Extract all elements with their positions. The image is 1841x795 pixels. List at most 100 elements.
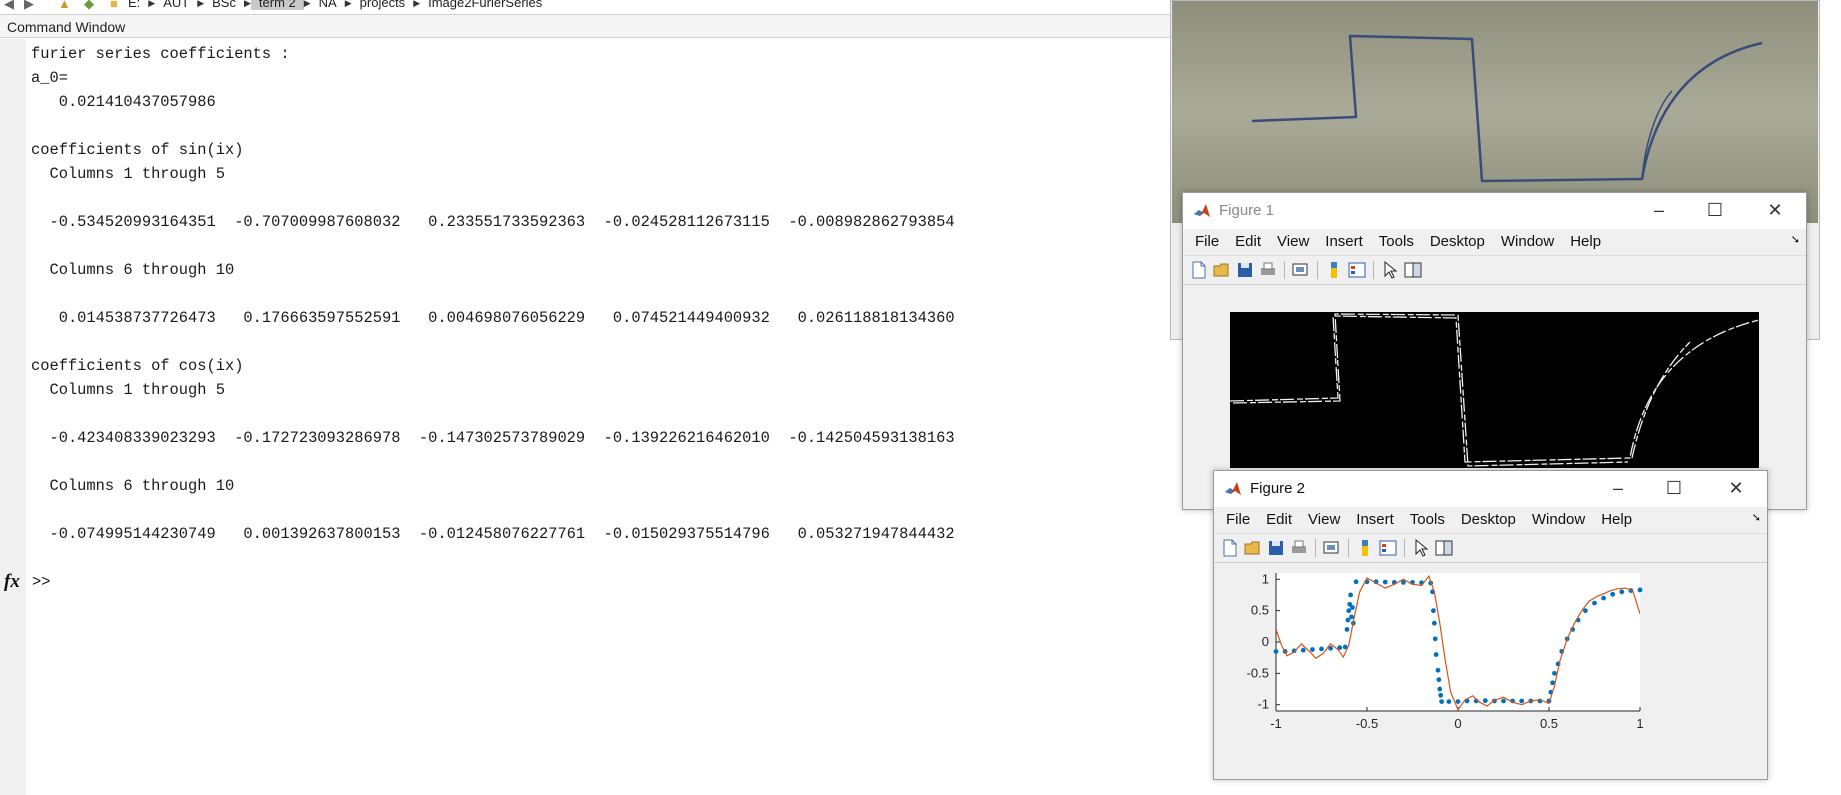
data-point: [1273, 649, 1279, 654]
menu-window[interactable]: Window: [1497, 229, 1562, 255]
colorbar-icon[interactable]: [1355, 538, 1375, 558]
print-icon[interactable]: [1289, 538, 1309, 558]
function-browser-icon[interactable]: fx: [4, 571, 30, 593]
property-inspector-icon[interactable]: [1403, 260, 1423, 280]
breadcrumb-item[interactable]: E:: [120, 0, 148, 10]
menu-file[interactable]: File: [1191, 229, 1227, 255]
maximize-icon[interactable]: ☐: [1704, 199, 1726, 221]
address-bar[interactable]: ◀ ▶ ▲ ◆ ■ E: ▶ AUT ▶ BSc ▶ term 2 ▶ NA ▶ projects ▶…: [0, 0, 1180, 14]
menu-desktop[interactable]: Desktop: [1426, 229, 1493, 255]
property-inspector-icon[interactable]: [1434, 538, 1454, 558]
browse-folder-icon[interactable]: ◆: [84, 0, 94, 12]
menu-bar: File Edit View Insert Tools Desktop Window Help: [1183, 229, 1806, 255]
close-icon[interactable]: ✕: [1764, 199, 1786, 221]
fourier-plot[interactable]: -1 -0.5 0 0.5 1 1 0.5 0 -0.5 -1: [1214, 561, 1767, 779]
menu-edit[interactable]: Edit: [1231, 229, 1269, 255]
figure-2-titlebar[interactable]: Figure 2 – ☐ ✕: [1214, 471, 1767, 507]
figure-2-window[interactable]: Figure 2 – ☐ ✕ File Edit View Insert Tools De…: [1213, 470, 1768, 780]
output-line: Columns 1 through 5: [31, 165, 225, 183]
new-figure-icon[interactable]: [1220, 538, 1240, 558]
minimize-icon[interactable]: –: [1607, 477, 1629, 499]
save-icon[interactable]: [1235, 260, 1255, 280]
breadcrumb-separator-icon[interactable]: ▶: [413, 0, 420, 10]
data-point: [1592, 600, 1597, 606]
legend-icon[interactable]: [1347, 260, 1367, 280]
breadcrumb-separator-icon[interactable]: ▶: [304, 0, 311, 10]
data-point: [1349, 614, 1354, 620]
dock-icon[interactable]: ➘: [1791, 233, 1800, 246]
minimize-icon[interactable]: –: [1648, 199, 1670, 221]
breadcrumb-item[interactable]: NA: [311, 0, 345, 10]
command-window-gutter: [0, 39, 26, 795]
breadcrumb-separator-icon[interactable]: ▶: [148, 0, 155, 10]
edit-plot-icon[interactable]: [1411, 538, 1431, 558]
command-output: furier series coefficients : a_0= 0.0214…: [31, 42, 955, 546]
menu-tools[interactable]: Tools: [1375, 229, 1422, 255]
breadcrumb-item[interactable]: projects: [352, 0, 414, 10]
colorbar-icon[interactable]: [1324, 260, 1344, 280]
prompt-row[interactable]: fx >>: [4, 570, 50, 594]
command-prompt[interactable]: >>: [32, 573, 50, 591]
toolbar-separator: [1315, 539, 1316, 557]
forward-icon[interactable]: ▶: [24, 0, 34, 12]
breadcrumb-item[interactable]: AUT: [155, 0, 197, 10]
command-window[interactable]: furier series coefficients : a_0= 0.0214…: [0, 39, 1180, 795]
menu-edit[interactable]: Edit: [1262, 507, 1300, 533]
back-icon[interactable]: ◀: [4, 0, 14, 12]
breadcrumb-item[interactable]: Image2FurierSeries: [420, 0, 550, 10]
y-tick-label: 0: [1262, 634, 1269, 649]
data-point: [1436, 677, 1442, 683]
new-figure-icon[interactable]: [1189, 260, 1209, 280]
menu-file[interactable]: File: [1222, 507, 1258, 533]
data-point: [1431, 620, 1437, 626]
x-tick-label: -1: [1270, 716, 1282, 731]
edit-plot-icon[interactable]: [1380, 260, 1400, 280]
menu-help[interactable]: Help: [1597, 507, 1640, 533]
close-icon[interactable]: ✕: [1725, 477, 1747, 499]
toolbar-separator: [1404, 539, 1405, 557]
menu-insert[interactable]: Insert: [1321, 229, 1371, 255]
x-tick-label: 0: [1454, 716, 1461, 731]
figure-1-window[interactable]: Figure 1 – ☐ ✕ File Edit View Insert Tools De…: [1182, 192, 1807, 510]
breadcrumb-item[interactable]: term 2: [250, 0, 304, 10]
menu-desktop[interactable]: Desktop: [1457, 507, 1524, 533]
open-file-icon[interactable]: [1212, 260, 1232, 280]
menu-view[interactable]: View: [1273, 229, 1317, 255]
data-point: [1382, 579, 1388, 585]
toolbar-separator: [1284, 261, 1285, 279]
data-point: [1482, 698, 1488, 704]
output-line: Columns 6 through 10: [31, 261, 235, 279]
breadcrumb-item[interactable]: BSc: [204, 0, 244, 10]
output-line: a_0=: [31, 69, 68, 87]
dock-icon[interactable]: ➘: [1752, 511, 1761, 524]
edge-image-axes: [1230, 312, 1759, 468]
maximize-icon[interactable]: ☐: [1663, 477, 1685, 499]
open-file-icon[interactable]: [1243, 538, 1263, 558]
data-point: [1346, 608, 1352, 614]
y-tick-label: 0.5: [1251, 603, 1269, 618]
figure-toolbar: [1183, 255, 1806, 285]
menu-view[interactable]: View: [1304, 507, 1348, 533]
command-window-title: Command Window: [0, 14, 1180, 38]
link-plot-icon[interactable]: [1322, 538, 1342, 558]
menu-window[interactable]: Window: [1528, 507, 1593, 533]
figure-1-titlebar[interactable]: Figure 1 – ☐ ✕: [1183, 193, 1806, 229]
save-icon[interactable]: [1266, 538, 1286, 558]
window-title: Figure 1: [1219, 202, 1275, 219]
breadcrumb-separator-icon[interactable]: ▶: [197, 0, 204, 10]
link-plot-icon[interactable]: [1291, 260, 1311, 280]
up-folder-icon[interactable]: ▲: [58, 0, 71, 11]
print-icon[interactable]: [1258, 260, 1278, 280]
data-point: [1601, 595, 1606, 601]
breadcrumb[interactable]: E: ▶ AUT ▶ BSc ▶ term 2 ▶ NA ▶ projects ▶ Image2Furi…: [120, 0, 550, 10]
data-point: [1435, 667, 1441, 673]
legend-icon[interactable]: [1378, 538, 1398, 558]
menu-insert[interactable]: Insert: [1352, 507, 1402, 533]
breadcrumb-separator-icon[interactable]: ▶: [345, 0, 352, 10]
plot-area: [1276, 573, 1640, 711]
menu-help[interactable]: Help: [1566, 229, 1609, 255]
matlab-logo-icon: [1225, 482, 1241, 495]
menu-tools[interactable]: Tools: [1406, 507, 1453, 533]
breadcrumb-separator-icon[interactable]: ▶: [244, 0, 251, 10]
data-point: [1344, 627, 1350, 632]
